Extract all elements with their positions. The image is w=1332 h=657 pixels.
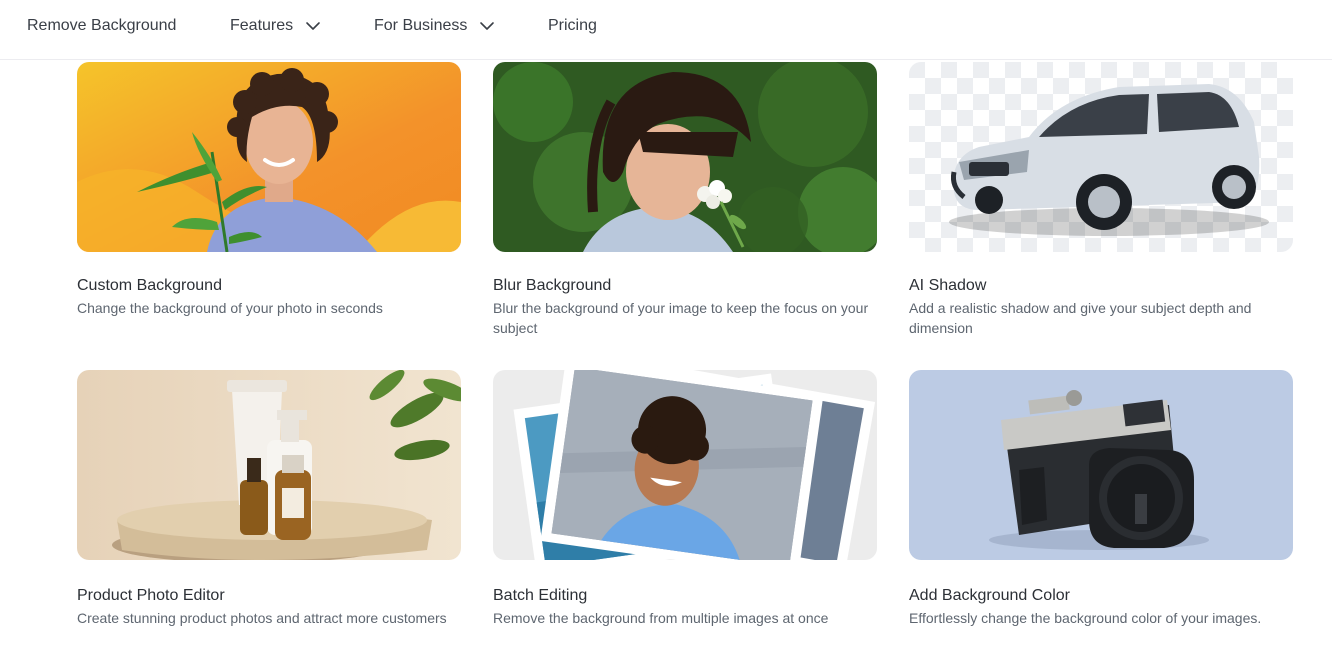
card-title[interactable]: Custom Background xyxy=(77,277,222,295)
card-description: Add a realistic shadow and give your sub… xyxy=(909,300,1252,336)
feature-card-product-photo-editor[interactable]: Product Photo Editor Create stunning pro… xyxy=(77,370,461,626)
card-description: Effortlessly change the background color… xyxy=(909,610,1262,626)
feature-card-add-background-color[interactable]: Add Background Color Effortlessly change… xyxy=(909,370,1293,626)
feature-card-custom-background[interactable]: Custom Background Change the background … xyxy=(77,62,461,316)
man-with-plant-image xyxy=(77,62,461,252)
card-title[interactable]: Add Background Color xyxy=(909,587,1070,605)
nav-features[interactable]: Features xyxy=(230,14,321,38)
nav-label: Remove Background xyxy=(27,17,177,34)
card-description: Blur the background of your image to kee… xyxy=(493,300,869,336)
chevron-down-icon xyxy=(306,22,320,30)
nav-label: Pricing xyxy=(548,17,597,34)
camera-on-blue-image xyxy=(909,370,1293,560)
card-description: Remove the background from multiple imag… xyxy=(493,610,829,626)
nav-for-business[interactable]: For Business xyxy=(374,14,495,38)
card-description: Change the background of your photo in s… xyxy=(77,300,383,316)
top-nav: Remove Background Features For Business … xyxy=(0,0,1332,60)
card-description: Create stunning product photos and attra… xyxy=(77,610,447,626)
nav-pricing[interactable]: Pricing xyxy=(548,14,597,38)
cosmetics-on-pedestal-image xyxy=(77,370,461,560)
card-image[interactable] xyxy=(909,62,1293,252)
nav-label: For Business xyxy=(374,17,468,34)
card-title[interactable]: Batch Editing xyxy=(493,587,587,605)
feature-card-batch-editing[interactable]: Batch Editing Remove the background from… xyxy=(493,370,877,626)
nav-label: Features xyxy=(230,17,294,34)
card-image[interactable] xyxy=(77,370,461,560)
suv-on-transparency-image xyxy=(909,62,1293,252)
nav-remove-background[interactable]: Remove Background xyxy=(27,14,176,38)
card-image[interactable] xyxy=(77,62,461,252)
card-title[interactable]: Product Photo Editor xyxy=(77,587,225,605)
card-image[interactable] xyxy=(909,370,1293,560)
feature-card-blur-background[interactable]: Blur Background Blur the background of y… xyxy=(493,62,877,336)
card-image[interactable] xyxy=(493,62,877,252)
card-image[interactable] xyxy=(493,370,877,560)
card-title[interactable]: AI Shadow xyxy=(909,277,986,295)
feature-card-ai-shadow[interactable]: AI Shadow Add a realistic shadow and giv… xyxy=(909,62,1293,336)
girl-with-flower-image xyxy=(493,62,877,252)
card-title[interactable]: Blur Background xyxy=(493,277,611,295)
photo-stack-image xyxy=(493,370,877,560)
chevron-down-icon xyxy=(480,22,495,30)
